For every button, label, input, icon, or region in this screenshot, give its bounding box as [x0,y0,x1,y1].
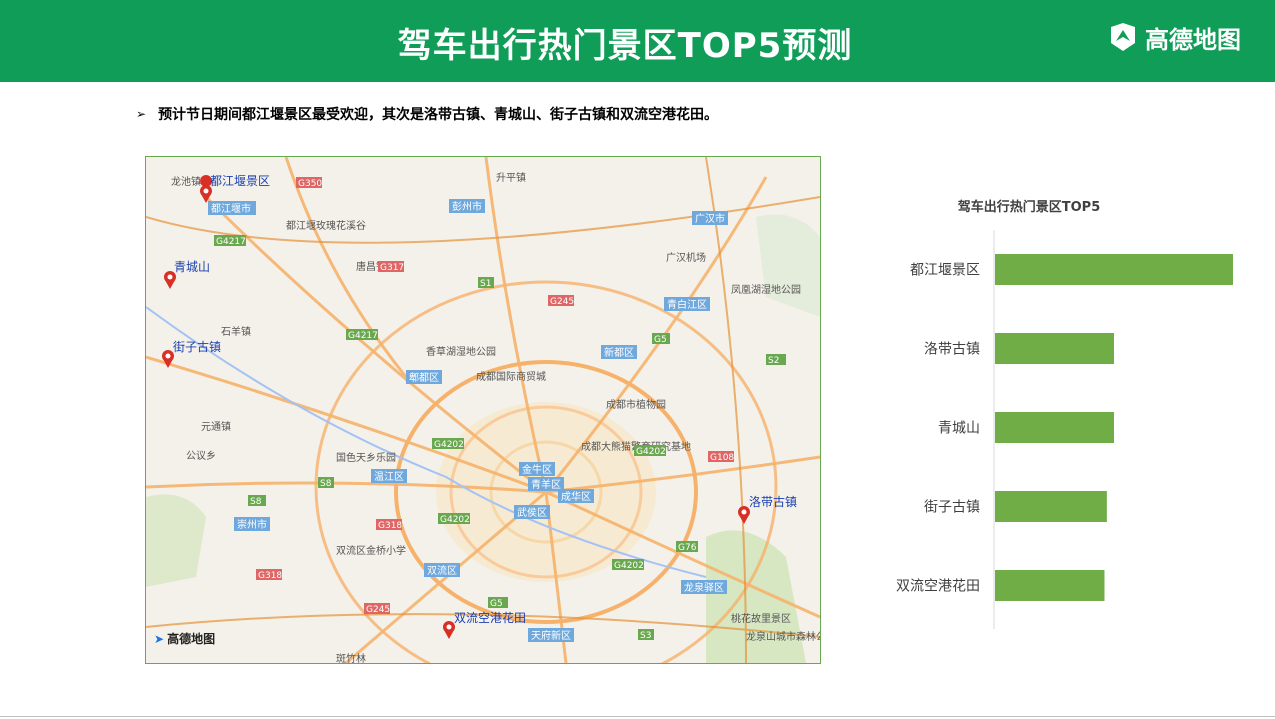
arrow-right-icon: ➢ [136,107,147,121]
svg-text:G4202: G4202 [440,515,470,525]
svg-text:崇州市: 崇州市 [237,518,267,531]
svg-text:成都市植物园: 成都市植物园 [606,398,666,411]
bar [995,412,1114,443]
map-brand-text: 高德地图 [167,632,216,646]
svg-text:G76: G76 [678,543,697,553]
svg-text:G318: G318 [258,571,282,581]
svg-text:G350: G350 [298,179,322,189]
bar [995,570,1105,601]
category-label: 青城山 [938,421,980,437]
page-title: 驾车出行热门景区TOP5预测 [397,26,853,66]
bar [995,491,1107,522]
svg-text:凤凰湖湿地公园: 凤凰湖湿地公园 [731,283,801,296]
svg-text:S8: S8 [320,479,332,489]
svg-text:温江区: 温江区 [374,471,404,483]
svg-text:G108: G108 [710,453,734,463]
svg-text:G4202: G4202 [636,447,666,457]
svg-text:S1: S1 [480,279,491,289]
svg-text:G318: G318 [378,521,402,531]
pin-label: 都江堰景区 [210,174,270,188]
navigation-arrow-icon: ➤ [154,631,165,646]
svg-text:G245: G245 [550,297,574,307]
category-label: 洛带古镇 [924,342,980,358]
svg-text:G4202: G4202 [614,561,644,571]
pin-label: 街子古镇 [173,339,221,354]
amap-logo-icon [1111,23,1135,51]
svg-text:彭州市: 彭州市 [452,200,482,213]
bar [995,254,1233,285]
chart-title: 驾车出行热门景区TOP5 [957,200,1101,215]
svg-text:青白江区: 青白江区 [667,298,707,311]
bar-chart: 驾车出行热门景区TOP5 都江堰景区洛带古镇青城山街子古镇双流空港花田 [870,190,1250,640]
amap-logo: 高德地图 [1107,20,1241,54]
svg-text:成都国际商贸城: 成都国际商贸城 [476,370,546,383]
svg-text:都江堰玫瑰花溪谷: 都江堰玫瑰花溪谷 [286,219,366,232]
svg-text:成华区: 成华区 [561,490,591,503]
svg-text:升平镇: 升平镇 [496,171,526,184]
chart-canvas: 都江堰景区洛带古镇青城山街子古镇双流空港花田 [896,230,1233,629]
svg-text:郫都区: 郫都区 [409,371,439,384]
svg-text:广汉机场: 广汉机场 [666,251,706,264]
svg-text:龙泉山城市森林公园: 龙泉山城市森林公园 [746,630,820,643]
svg-text:G317: G317 [380,263,404,273]
svg-text:S2: S2 [768,356,779,366]
svg-text:双流区: 双流区 [427,564,457,577]
category-label: 都江堰景区 [910,263,980,279]
svg-text:G4217: G4217 [216,237,246,247]
svg-text:新都区: 新都区 [604,346,634,359]
summary-text: 预计节日期间都江堰景区最受欢迎，其次是洛带古镇、青城山、街子古镇和双流空港花田。 [158,107,719,123]
header-bar: 驾车出行热门景区TOP5预测 高德地图 [0,0,1275,82]
svg-text:元通镇: 元通镇 [201,420,231,433]
svg-text:S3: S3 [640,631,651,641]
svg-text:G245: G245 [366,605,390,615]
svg-text:龙池镇: 龙池镇 [171,175,201,188]
svg-text:G4217: G4217 [348,331,378,341]
category-label: 街子古镇 [924,500,980,516]
map-canvas[interactable]: 都江堰玫瑰花溪谷 升平镇 广汉机场 凤凰湖湿地公园 唐昌镇 香草湖湿地公园 成都… [146,157,820,663]
svg-text:金牛区: 金牛区 [522,463,552,476]
pin-label: 双流空港花田 [454,610,526,625]
pin-label: 青城山 [174,260,210,274]
svg-text:G4202: G4202 [434,440,464,450]
logo-text: 高德地图 [1145,25,1241,54]
svg-text:石羊镇: 石羊镇 [221,325,251,338]
svg-text:公议乡: 公议乡 [186,450,216,462]
svg-text:G5: G5 [654,335,667,345]
map-brand: ➤ 高德地图 [154,630,215,647]
svg-text:斑竹林: 斑竹林 [336,652,366,663]
bar [995,333,1114,364]
svg-text:青羊区: 青羊区 [531,478,561,491]
svg-text:武侯区: 武侯区 [517,506,547,519]
map-panel[interactable]: 都江堰玫瑰花溪谷 升平镇 广汉机场 凤凰湖湿地公园 唐昌镇 香草湖湿地公园 成都… [145,156,821,664]
svg-text:广汉市: 广汉市 [695,212,725,225]
svg-text:天府新区: 天府新区 [531,629,571,642]
svg-text:都江堰市: 都江堰市 [211,202,251,215]
svg-text:G5: G5 [490,599,503,609]
summary-bullet: ➢ 预计节日期间都江堰景区最受欢迎，其次是洛带古镇、青城山、街子古镇和双流空港花… [136,104,718,124]
svg-text:桃花故里景区: 桃花故里景区 [731,612,791,625]
svg-text:S8: S8 [250,497,262,507]
svg-text:双流区金桥小学: 双流区金桥小学 [336,544,406,557]
svg-text:龙泉驿区: 龙泉驿区 [684,581,724,594]
svg-text:国色天乡乐园: 国色天乡乐园 [336,451,396,464]
category-label: 双流空港花田 [896,579,980,595]
pin-label: 洛带古镇 [749,494,797,509]
footer-divider [0,716,1275,717]
svg-text:香草湖湿地公园: 香草湖湿地公园 [426,345,496,358]
